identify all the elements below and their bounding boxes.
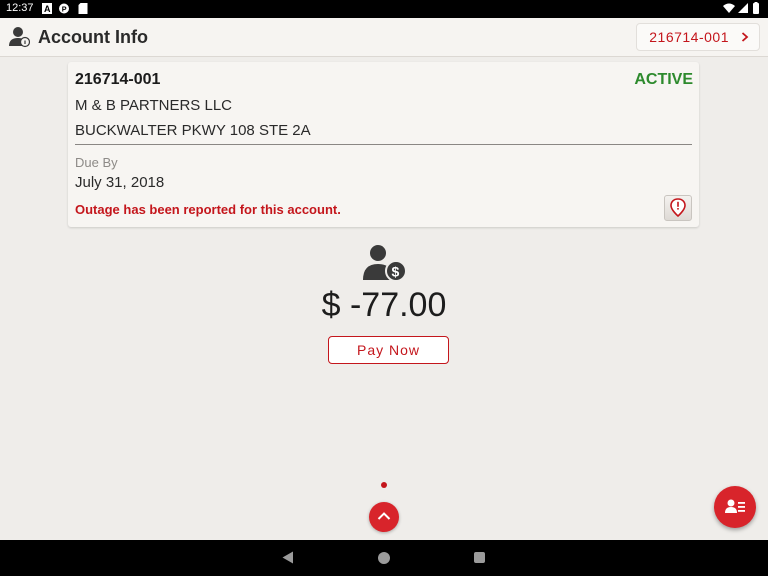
outage-map-button[interactable] [664,195,692,221]
page-title: Account Info [38,27,148,47]
service-address: BUCKWALTER PKWY 108 STE 2A [75,122,311,139]
system-nav-bar [0,540,768,576]
home-icon[interactable] [378,552,390,564]
user-dollar-icon: $ [363,245,407,282]
svg-text:P: P [62,5,67,14]
due-date: July 31, 2018 [75,174,165,191]
account-selector[interactable]: 216714-001 [636,23,760,51]
accounts-fab-button[interactable] [714,486,756,528]
p-icon: P [59,3,69,14]
battery-icon [753,3,759,14]
sd-card-icon [78,3,88,14]
outage-message: Outage has been reported for this accoun… [75,202,341,217]
status-badge: ACTIVE [634,71,693,88]
pay-now-button[interactable]: Pay Now [328,336,449,364]
app-bar: Account Info 216714-001 [0,18,768,57]
chevron-up-icon [377,512,391,520]
account-card: 216714-001 ACTIVE M & B PARTNERS LLC BUC… [68,62,699,227]
status-right-icons [723,2,759,14]
svg-text:A: A [44,4,51,14]
scroll-up-button[interactable] [369,502,399,532]
status-bar: 12:37 A P [0,0,768,18]
map-pin-icon [670,198,686,217]
recents-icon[interactable] [474,552,485,563]
page-indicator-dot [381,482,387,488]
card-divider [75,144,692,145]
signal-icon [738,3,748,13]
customer-name: M & B PARTNERS LLC [75,97,232,114]
wifi-icon [723,3,735,13]
chevron-right-icon [741,32,749,42]
account-user-icon [9,27,30,48]
account-number: 216714-001 [75,71,161,88]
balance-amount: $ -77.00 [321,286,447,324]
back-icon[interactable] [282,551,294,564]
account-selector-label: 216714-001 [649,29,729,45]
a-icon: A [42,3,52,14]
svg-text:$: $ [392,264,400,280]
status-time: 12:37 [6,2,34,14]
account-list-icon [725,499,745,513]
due-by-label: Due By [75,155,118,170]
